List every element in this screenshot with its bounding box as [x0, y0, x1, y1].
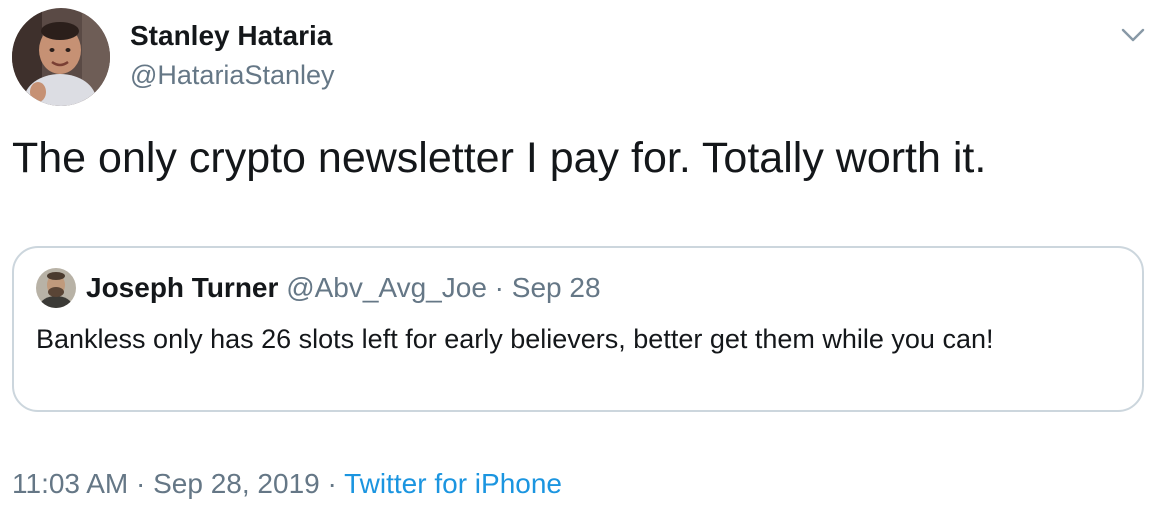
tweet-time[interactable]: 11:03 AM [12, 468, 128, 499]
meta-separator: · [136, 468, 146, 499]
author-handle[interactable]: @HatariaStanley [130, 60, 335, 91]
quoted-tweet-card[interactable]: Joseph Turner @Abv_Avg_Joe · Sep 28 Bank… [12, 246, 1144, 412]
quoted-avatar-image [36, 268, 76, 308]
quoted-author-name: Joseph Turner [86, 272, 279, 303]
quoted-separator: · [494, 272, 504, 303]
author-avatar-image [12, 8, 110, 106]
author-avatar[interactable] [12, 8, 110, 106]
quoted-author-avatar [36, 268, 76, 308]
tweet-text: The only crypto newsletter I pay for. To… [12, 134, 987, 182]
author-name[interactable]: Stanley Hataria [130, 20, 332, 52]
tweet-metadata: 11:03 AM · Sep 28, 2019 · Twitter for iP… [12, 468, 562, 500]
tweet-menu-button[interactable] [1118, 20, 1148, 50]
quoted-tweet-header: Joseph Turner @Abv_Avg_Joe · Sep 28 [86, 272, 601, 304]
quoted-tweet-text: Bankless only has 26 slots left for earl… [36, 324, 994, 354]
quoted-author-handle: @Abv_Avg_Joe [286, 272, 487, 303]
chevron-down-icon [1121, 28, 1145, 42]
tweet-source-link[interactable]: Twitter for iPhone [344, 468, 562, 499]
tweet: Stanley Hataria @HatariaStanley The only… [0, 0, 1168, 526]
meta-separator: · [327, 468, 337, 499]
tweet-date[interactable]: Sep 28, 2019 [153, 468, 320, 499]
quoted-date: Sep 28 [511, 272, 601, 303]
